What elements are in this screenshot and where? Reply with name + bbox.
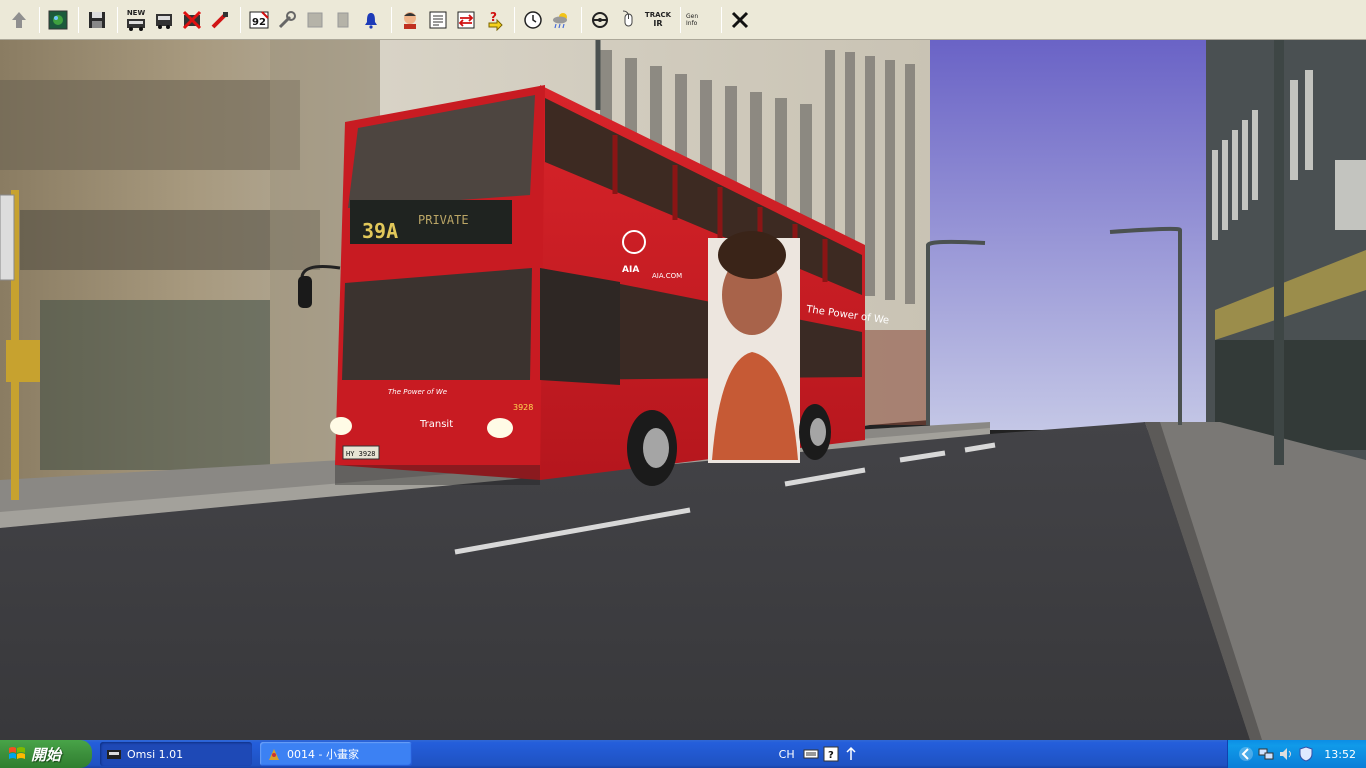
passenger-icon <box>404 11 416 29</box>
trackir-button[interactable]: TRACK IR <box>643 7 673 33</box>
mouse-icon <box>622 10 633 26</box>
chevron-left-icon[interactable] <box>1238 746 1254 762</box>
up-arrow-button[interactable] <box>6 7 32 33</box>
language-indicator[interactable]: CH ? <box>773 740 867 768</box>
disabled-tool-1-button[interactable] <box>302 7 328 33</box>
ir-label: IR <box>653 19 663 28</box>
street-scene: AIA AIA.COM The Power of We 39A PRIVATE … <box>0 40 1366 740</box>
gen-label: Gen <box>686 12 699 20</box>
weather-icon <box>553 12 567 28</box>
route-number-label: 92 <box>252 17 266 28</box>
omsi-toolbar: NEW 92 ? TRACK IR Gen Info <box>0 0 1366 40</box>
omsi-app-icon <box>107 750 121 759</box>
clock-icon <box>524 10 542 29</box>
system-tray: 13:52 <box>1227 740 1366 768</box>
info-label: Info <box>686 19 698 27</box>
destination-text: PRIVATE <box>418 213 469 227</box>
passenger-button[interactable] <box>397 7 423 33</box>
bus-list-button[interactable] <box>151 7 177 33</box>
timetable-icon <box>429 11 447 28</box>
sky <box>930 40 1210 430</box>
up-arrow-icon <box>12 11 26 28</box>
time-button[interactable] <box>520 7 546 33</box>
bell-icon <box>365 12 377 29</box>
task-label: Omsi 1.01 <box>127 747 184 761</box>
headlight-left <box>330 417 352 435</box>
paint-app-icon <box>269 749 279 760</box>
language-label: CH <box>778 747 795 761</box>
swap-arrows-icon <box>457 11 475 28</box>
grid-icon <box>307 12 323 27</box>
wrench-icon <box>278 10 296 28</box>
track-label: TRACK <box>644 11 672 19</box>
disabled-tool-2-button[interactable] <box>330 7 356 33</box>
floppy-disk-icon <box>89 11 105 28</box>
simulation-viewport[interactable]: AIA AIA.COM The Power of We 39A PRIVATE … <box>0 40 1366 740</box>
task-omsi[interactable]: Omsi 1.01 <box>100 742 252 766</box>
volume-icon[interactable] <box>1278 746 1294 762</box>
start-button[interactable]: 開始 <box>0 740 92 768</box>
plate-text: HY 3928 <box>346 450 376 458</box>
task-paint[interactable]: 0014 - 小畫家 <box>260 742 412 766</box>
bus-icon <box>127 18 145 31</box>
remove-bus-icon <box>182 10 202 29</box>
close-icon <box>731 11 749 28</box>
task-label: 0014 - 小畫家 <box>287 748 359 761</box>
lower-windscreen <box>342 268 532 380</box>
route-sign-button[interactable]: 92 <box>246 7 272 33</box>
options-icon[interactable] <box>843 746 859 762</box>
help-arrow-icon: ? <box>488 10 503 31</box>
tow-bus-button[interactable] <box>207 7 233 33</box>
windows-taskbar: 開始 Omsi 1.01 0014 - 小畫家 CH ? 13:52 <box>0 740 1366 768</box>
route-number: 39A <box>362 219 398 243</box>
info-panel-button[interactable]: Gen Info <box>686 7 714 33</box>
brand-logo: AIA <box>622 265 639 275</box>
front-slogan: The Power of We <box>388 388 447 396</box>
route-sign-icon: 92 <box>249 10 269 28</box>
brand-site: AIA.COM <box>652 272 682 280</box>
mouse-button[interactable] <box>615 7 641 33</box>
svg-text:?: ? <box>490 10 497 24</box>
headlight-right <box>487 418 513 438</box>
bell-button[interactable] <box>358 7 384 33</box>
new-bus-button[interactable]: NEW <box>123 7 149 33</box>
help-icon[interactable]: ? <box>823 746 839 762</box>
save-button[interactable] <box>84 7 110 33</box>
tow-icon <box>211 11 228 28</box>
svg-text:?: ? <box>828 750 834 761</box>
fleet-number: 3928 <box>513 403 533 412</box>
steering-button[interactable] <box>587 7 613 33</box>
remove-bus-button[interactable] <box>179 7 205 33</box>
map-icon <box>48 10 68 29</box>
repair-button[interactable] <box>274 7 300 33</box>
shield-icon[interactable] <box>1298 746 1314 762</box>
help-button[interactable]: ? <box>481 7 507 33</box>
close-button[interactable] <box>727 7 753 33</box>
start-label: 開始 <box>31 745 62 764</box>
network-icon[interactable] <box>1258 746 1274 762</box>
side-mirror <box>298 276 312 308</box>
door-icon <box>337 12 349 27</box>
timetable-button[interactable] <box>425 7 451 33</box>
operator-name: Transit <box>419 419 453 430</box>
bus-front-icon <box>156 13 172 29</box>
new-label: NEW <box>126 8 146 17</box>
windows-flag-icon <box>9 747 25 759</box>
steering-wheel-icon <box>592 11 608 28</box>
clock[interactable]: 13:52 <box>1324 748 1356 761</box>
switch-direction-button[interactable] <box>453 7 479 33</box>
map-button[interactable] <box>45 7 71 33</box>
front-door <box>540 268 620 385</box>
keyboard-icon[interactable] <box>803 746 819 762</box>
weather-button[interactable] <box>548 7 574 33</box>
